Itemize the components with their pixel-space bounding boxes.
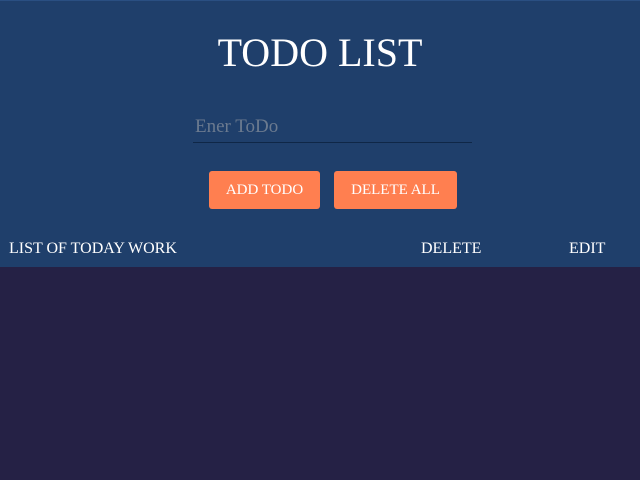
todo-list-area [0,267,640,480]
list-header-edit: EDIT [569,240,606,257]
delete-all-button[interactable]: DELETE ALL [334,171,457,209]
add-todo-button[interactable]: ADD TODO [209,171,320,209]
list-header-delete: DELETE [421,240,482,257]
list-header-work: LIST OF TODAY WORK [9,240,177,257]
header-panel: TODO LIST ADD TODO DELETE ALL LIST OF TO… [0,0,640,267]
page-title: TODO LIST [217,30,423,75]
todo-input[interactable] [193,111,472,143]
